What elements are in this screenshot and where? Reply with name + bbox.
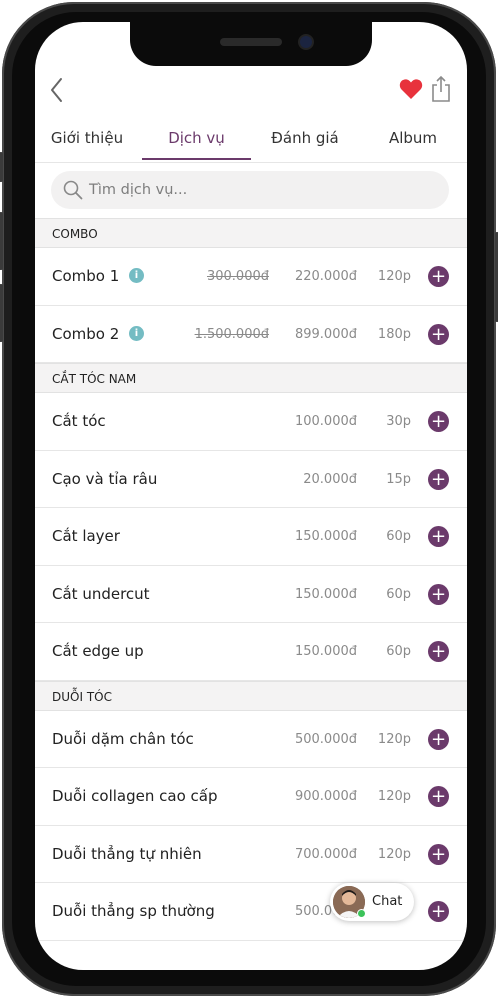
section-title: CẮT TÓC NAM	[52, 372, 137, 386]
info-icon[interactable]: i	[129, 268, 144, 283]
list-item[interactable]: Combo 1 i 300.000đ 220.000đ 120p +	[35, 248, 467, 306]
front-camera	[300, 36, 312, 48]
heart-icon[interactable]	[399, 78, 423, 100]
tab-danh-gia[interactable]: Đánh giá	[251, 112, 359, 160]
chevron-left-icon[interactable]	[45, 74, 69, 106]
plus-icon[interactable]: +	[428, 323, 449, 345]
service-price: 150.000đ	[294, 529, 357, 544]
tab-bar: Giới thiệu Dịch vụ Đánh giá Album	[35, 112, 467, 163]
old-price: 300.000đ	[206, 269, 269, 284]
service-name: Cắt tóc	[52, 412, 106, 430]
plus-icon[interactable]: +	[428, 901, 449, 922]
plus-icon[interactable]: +	[428, 583, 449, 605]
mute-switch	[0, 152, 3, 182]
list-item[interactable]: Cắt layer 150.000đ 60p +	[35, 508, 467, 566]
service-name: Duỗi thẳng sp thường	[52, 902, 215, 920]
service-name: Cắt undercut	[52, 584, 150, 603]
service-price: 500.000đ	[294, 731, 357, 747]
notch	[130, 22, 372, 66]
old-price: 1.500.000đ	[194, 326, 269, 342]
search-input[interactable]: Tìm dịch vụ...	[51, 171, 449, 209]
service-duration: 15p	[386, 471, 411, 487]
service-price: 20.000đ	[303, 471, 357, 487]
service-price: 700.000đ	[294, 846, 357, 862]
service-duration: 120p	[377, 789, 411, 804]
plus-icon[interactable]: +	[428, 843, 449, 865]
search-icon	[63, 180, 83, 200]
service-duration: 60p	[386, 644, 411, 659]
service-name: Cắt edge up	[52, 642, 144, 660]
service-price: 150.000đ	[294, 644, 357, 659]
tab-gioi-thieu[interactable]: Giới thiệu	[35, 112, 139, 160]
plus-icon[interactable]: +	[428, 786, 449, 807]
service-name: Duỗi dặm chân tóc	[52, 729, 194, 748]
service-duration: 180p	[377, 326, 411, 342]
service-name: Cắt layer	[52, 527, 120, 545]
top-bar	[35, 66, 467, 112]
service-price: 899.000đ	[294, 326, 357, 342]
service-name: Cạo và tỉa râu	[52, 469, 158, 488]
chat-button[interactable]: Chat	[330, 883, 414, 921]
service-list: COMBO Combo 1 i 300.000đ 220.000đ 120p +…	[35, 218, 467, 941]
service-duration: 60p	[386, 586, 411, 602]
service-name: Combo 2	[52, 324, 120, 343]
list-item[interactable]: Cạo và tỉa râu 20.000đ 15p +	[35, 451, 467, 508]
section-header: CẮT TÓC NAM	[35, 363, 467, 393]
search-placeholder: Tìm dịch vụ...	[89, 182, 188, 198]
section-header: DUỖI TÓC	[35, 680, 467, 711]
plus-icon[interactable]: +	[428, 641, 449, 662]
info-icon[interactable]: i	[129, 325, 144, 341]
service-duration: 120p	[377, 731, 411, 747]
section-title: DUỖI TÓC	[52, 689, 112, 704]
list-item[interactable]: Cắt edge up 150.000đ 60p +	[35, 623, 467, 681]
volume-up-button	[0, 212, 3, 270]
share-icon[interactable]	[429, 74, 453, 104]
service-duration: 120p	[377, 846, 411, 862]
service-duration: 30p	[386, 414, 411, 429]
plus-icon[interactable]: +	[428, 526, 449, 547]
service-duration: 120p	[377, 269, 411, 284]
service-name: Duỗi thẳng tự nhiên	[52, 844, 202, 863]
plus-icon[interactable]: +	[428, 411, 449, 432]
online-indicator	[357, 909, 366, 918]
service-price: 900.000đ	[294, 789, 357, 804]
list-item[interactable]: Cắt tóc 100.000đ 30p +	[35, 393, 467, 451]
service-price: 100.000đ	[294, 414, 357, 429]
tab-dich-vu[interactable]: Dịch vụ	[142, 112, 251, 160]
section-header: COMBO	[35, 218, 467, 248]
plus-icon[interactable]: +	[428, 266, 449, 287]
plus-icon[interactable]: +	[428, 728, 449, 750]
list-item[interactable]: Duỗi collagen cao cấp 900.000đ 120p +	[35, 768, 467, 826]
volume-down-button	[0, 284, 3, 342]
service-duration: 60p	[386, 529, 411, 544]
plus-icon[interactable]: +	[428, 468, 449, 490]
list-item[interactable]: Duỗi dặm chân tóc 500.000đ 120p +	[35, 711, 467, 768]
list-item[interactable]: Duỗi thẳng tự nhiên 700.000đ 120p +	[35, 826, 467, 883]
service-price: 220.000đ	[294, 269, 357, 284]
list-item[interactable]: Combo 2 i 1.500.000đ 899.000đ 180p +	[35, 306, 467, 363]
service-name: Duỗi collagen cao cấp	[52, 787, 218, 805]
app-screen: Giới thiệu Dịch vụ Đánh giá Album Tìm dị…	[35, 22, 467, 970]
list-item[interactable]: Cắt undercut 150.000đ 60p +	[35, 566, 467, 623]
service-price: 150.000đ	[294, 586, 357, 602]
section-title: COMBO	[52, 227, 98, 241]
speaker	[220, 38, 282, 46]
active-tab-indicator	[142, 158, 251, 160]
service-name: Combo 1	[52, 267, 120, 285]
tab-album[interactable]: Album	[359, 112, 467, 160]
chat-label: Chat	[372, 894, 403, 909]
